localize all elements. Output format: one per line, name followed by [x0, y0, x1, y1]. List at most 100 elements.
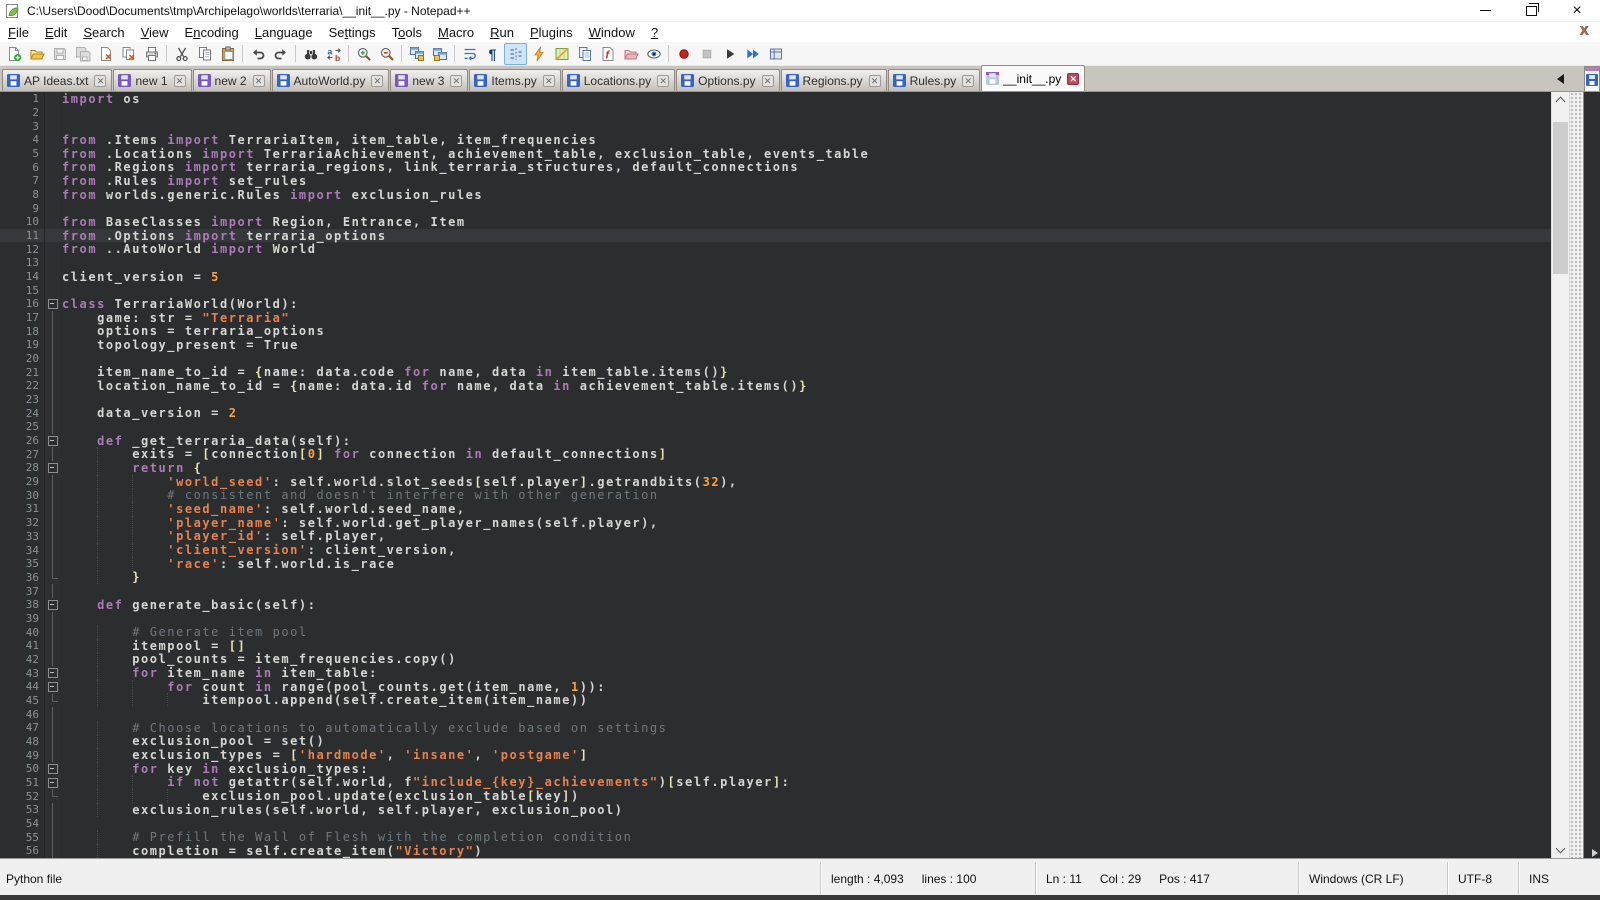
code-line-text[interactable]: 'player_name': self.world.get_player_nam… — [60, 516, 659, 530]
toolbar-document-list-button[interactable] — [573, 43, 596, 65]
code-line[interactable]: 29 'world_seed': self.world.slot_seeds[s… — [0, 475, 1551, 489]
code-line[interactable]: 7from .Rules import set_rules — [0, 174, 1551, 188]
toolbar-zoom-in-button[interactable] — [352, 43, 375, 65]
menubar-close-doc-icon[interactable]: X — [1579, 23, 1588, 38]
fold-collapse-icon[interactable] — [44, 680, 60, 694]
close-button[interactable]: × — [1554, 0, 1600, 21]
code-line[interactable]: 44 for count in range(pool_counts.get(it… — [0, 680, 1551, 694]
menu-window[interactable]: Window — [581, 24, 643, 41]
line-number[interactable]: 34 — [0, 544, 44, 557]
code-line[interactable]: 52 exclusion_pool.update(exclusion_table… — [0, 789, 1551, 803]
toolbar-function-list-button[interactable]: f — [596, 43, 619, 65]
line-number[interactable]: 9 — [0, 202, 44, 215]
toolbar-macro-run-multiple-button[interactable] — [741, 43, 764, 65]
line-number[interactable]: 2 — [0, 106, 44, 119]
restore-button[interactable] — [1508, 0, 1554, 21]
line-number[interactable]: 47 — [0, 721, 44, 734]
toolbar-macro-record-button[interactable] — [672, 43, 695, 65]
sliver-scroll-right-icon[interactable] — [1592, 849, 1598, 857]
line-number[interactable]: 4 — [0, 133, 44, 146]
code-line[interactable]: 11from .Options import terraria_options — [0, 229, 1551, 243]
code-line-text[interactable]: location_name_to_id = {name: data.id for… — [60, 379, 808, 393]
code-line[interactable]: 19 topology_present = True — [0, 338, 1551, 352]
line-number[interactable]: 39 — [0, 612, 44, 625]
tab-close-icon[interactable]: ✕ — [657, 75, 669, 87]
toolbar-open-file-button[interactable] — [25, 43, 48, 65]
toolbar-paste-button[interactable] — [216, 43, 239, 65]
toolbar-macro-save-button[interactable] — [764, 43, 787, 65]
line-number[interactable]: 29 — [0, 475, 44, 488]
code-line[interactable]: 1import os — [0, 92, 1551, 106]
toolbar-sync-scroll-vertical-button[interactable] — [405, 43, 428, 65]
line-number[interactable]: 10 — [0, 215, 44, 228]
code-line[interactable]: 43 for item_name in item_table: — [0, 666, 1551, 680]
code-line[interactable]: 9 — [0, 201, 1551, 215]
code-line[interactable]: 12from ..AutoWorld import World — [0, 242, 1551, 256]
line-number[interactable]: 41 — [0, 639, 44, 652]
code-line[interactable]: 46 — [0, 707, 1551, 721]
code-line[interactable]: 6from .Regions import terraria_regions, … — [0, 160, 1551, 174]
line-number[interactable]: 17 — [0, 311, 44, 324]
code-line-text[interactable]: # Choose locations to automatically excl… — [60, 721, 667, 735]
code-line[interactable]: 17 game: str = "Terraria" — [0, 311, 1551, 325]
code-line-text[interactable]: exclusion_pool = set() — [60, 734, 325, 748]
code-line[interactable]: 20 — [0, 352, 1551, 366]
line-number[interactable]: 33 — [0, 530, 44, 543]
code-line-text[interactable]: for item_name in item_table: — [60, 666, 378, 680]
menu-view[interactable]: View — [133, 24, 177, 41]
tab-close-icon[interactable]: ✕ — [1067, 73, 1079, 85]
code-line[interactable]: 4from .Items import TerrariaItem, item_t… — [0, 133, 1551, 147]
code-line[interactable]: 24 data_version = 2 — [0, 406, 1551, 420]
toolbar-print-button[interactable] — [140, 43, 163, 65]
toolbar-close-file-button[interactable] — [94, 43, 117, 65]
line-number[interactable]: 38 — [0, 598, 44, 611]
toolbar-document-map-button[interactable] — [550, 43, 573, 65]
code-line-text[interactable]: return { — [60, 461, 202, 475]
code-line[interactable]: 33 'player_id': self.player, — [0, 530, 1551, 544]
tab-new-3[interactable]: new 3✕ — [390, 69, 468, 91]
line-number[interactable]: 25 — [0, 420, 44, 433]
code-line-text[interactable]: for key in exclusion_types: — [60, 762, 369, 776]
toolbar-undo-button[interactable] — [246, 43, 269, 65]
tab-close-icon[interactable]: ✕ — [962, 75, 974, 87]
toolbar-cut-button[interactable] — [170, 43, 193, 65]
toolbar-replace-button[interactable]: ab — [322, 43, 345, 65]
line-number[interactable]: 40 — [0, 626, 44, 639]
toolbar-find-button[interactable] — [299, 43, 322, 65]
code-line-text[interactable]: from ..AutoWorld import World — [60, 242, 317, 256]
code-line[interactable]: 16class TerrariaWorld(World): — [0, 297, 1551, 311]
line-number[interactable]: 44 — [0, 680, 44, 693]
line-number[interactable]: 23 — [0, 393, 44, 406]
code-line[interactable]: 41 itempool = [] — [0, 639, 1551, 653]
tab-close-icon[interactable]: ✕ — [450, 75, 462, 87]
line-number[interactable]: 45 — [0, 694, 44, 707]
code-line[interactable]: 5from .Locations import TerrariaAchievem… — [0, 147, 1551, 161]
secondary-view-tab-stub[interactable] — [1584, 66, 1600, 91]
code-line[interactable]: 55 # Prefill the Wall of Flesh with the … — [0, 830, 1551, 844]
line-number[interactable]: 3 — [0, 120, 44, 133]
minimize-button[interactable] — [1462, 0, 1508, 21]
code-line-text[interactable]: pool_counts = item_frequencies.copy() — [60, 652, 457, 666]
tab-new-2[interactable]: new 2✕ — [193, 69, 271, 91]
menu-macro[interactable]: Macro — [430, 24, 482, 41]
line-number[interactable]: 20 — [0, 352, 44, 365]
line-number[interactable]: 18 — [0, 325, 44, 338]
code-line[interactable]: 14client_version = 5 — [0, 270, 1551, 284]
toolbar-word-wrap-button[interactable] — [458, 43, 481, 65]
line-number[interactable]: 7 — [0, 174, 44, 187]
tab-regions.py[interactable]: Regions.py✕ — [781, 69, 887, 91]
tab-__init__.py[interactable]: __init__.py✕ — [981, 65, 1085, 91]
code-line[interactable]: 32 'player_name': self.world.get_player_… — [0, 516, 1551, 530]
line-number[interactable]: 24 — [0, 407, 44, 420]
code-line-text[interactable]: from .Options import terraria_options — [60, 229, 387, 243]
code-line-text[interactable]: # Prefill the Wall of Flesh with the com… — [60, 830, 632, 844]
code-line[interactable]: 47 # Choose locations to automatically e… — [0, 721, 1551, 735]
code-line[interactable]: 30 # consistent and doesn't interfere wi… — [0, 488, 1551, 502]
code-area[interactable]: 1import os234from .Items import Terraria… — [0, 92, 1551, 858]
code-line-text[interactable]: 'player_id': self.player, — [60, 529, 387, 543]
scroll-up-icon[interactable] — [1552, 92, 1569, 108]
fold-collapse-icon[interactable] — [44, 762, 60, 776]
code-line-text[interactable]: exclusion_types = ['hardmode', 'insane',… — [60, 748, 589, 762]
menu-search[interactable]: Search — [75, 24, 132, 41]
code-line-text[interactable]: def generate_basic(self): — [60, 598, 316, 612]
